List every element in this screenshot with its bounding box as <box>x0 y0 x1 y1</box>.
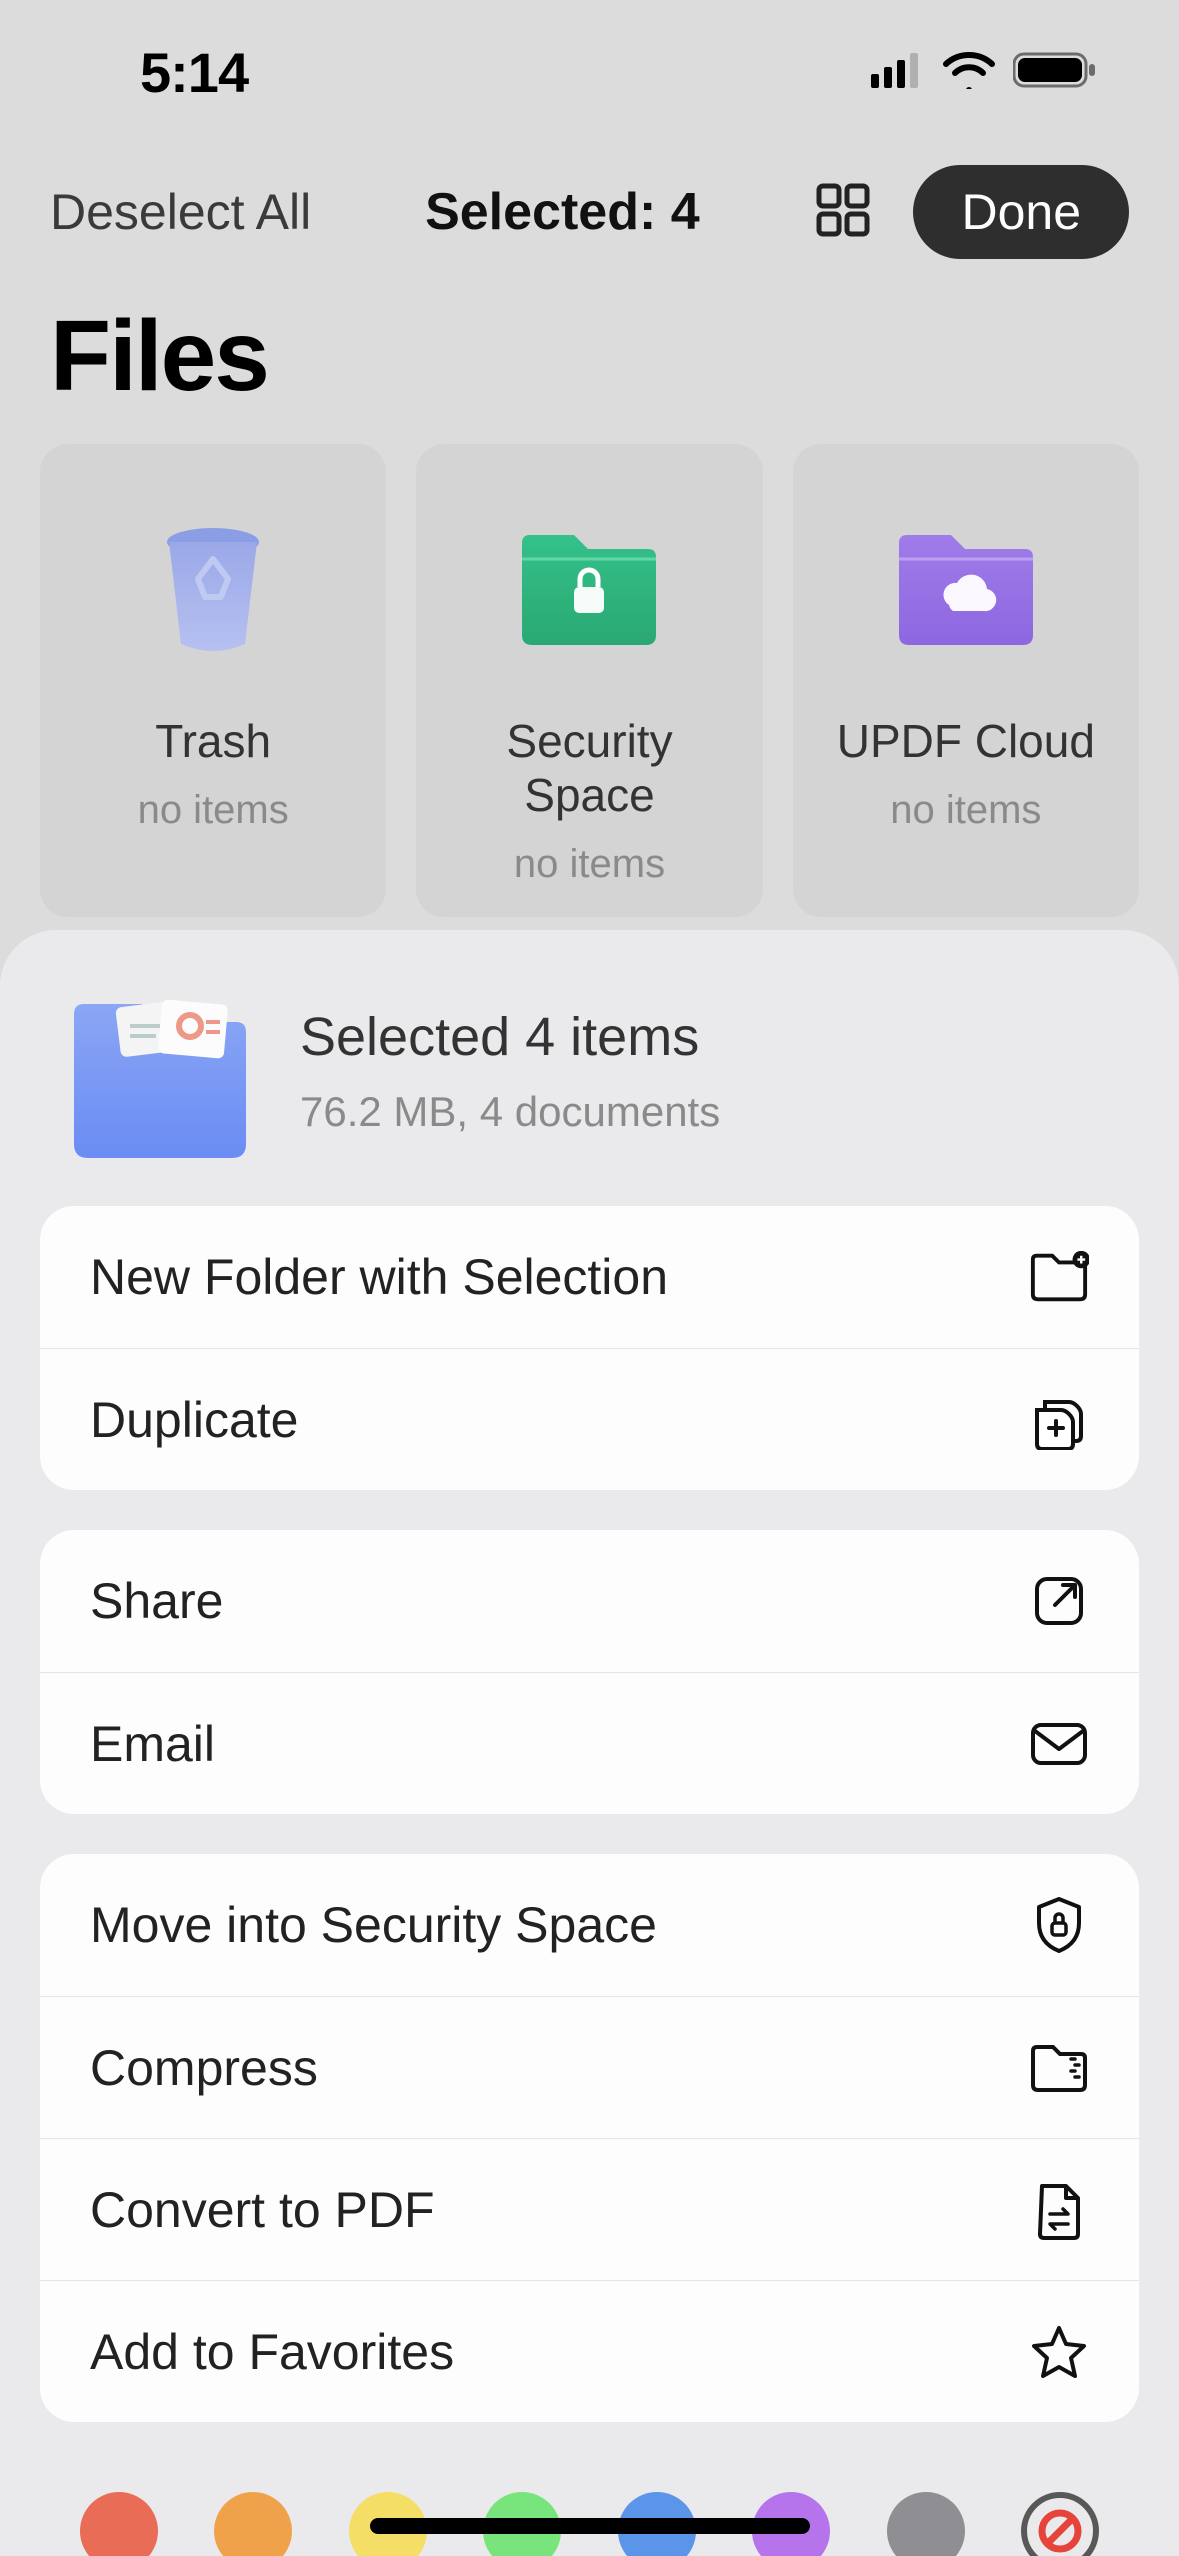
grid-view-icon[interactable] <box>813 180 873 245</box>
selection-toolbar: Deselect All Selected: 4 Done <box>0 135 1179 289</box>
menu-item-label: Convert to PDF <box>90 2181 435 2239</box>
menu-group: Share Email <box>40 1530 1139 1814</box>
menu-item-move-security[interactable]: Move into Security Space <box>40 1854 1139 1996</box>
status-indicators <box>871 50 1119 95</box>
convert-icon <box>1029 2180 1089 2240</box>
battery-icon <box>1013 50 1099 95</box>
folder-sub: no items <box>60 788 366 833</box>
duplicate-icon <box>1029 1390 1089 1450</box>
cellular-icon <box>871 52 925 93</box>
menu-item-label: Share <box>90 1572 223 1630</box>
remove-tag-button[interactable] <box>1021 2492 1099 2556</box>
menu-item-compress[interactable]: Compress <box>40 1996 1139 2138</box>
shield-lock-icon <box>1029 1895 1089 1955</box>
trash-icon <box>60 504 366 674</box>
menu-item-label: New Folder with Selection <box>90 1248 668 1306</box>
menu-item-label: Duplicate <box>90 1391 298 1449</box>
share-icon <box>1029 1571 1089 1631</box>
sheet-header: Selected 4 items 76.2 MB, 4 documents <box>40 986 1139 1206</box>
color-tag-gray[interactable] <box>887 2492 965 2556</box>
cloud-folder-icon <box>813 504 1119 674</box>
lock-folder-icon <box>436 504 742 674</box>
menu-item-share[interactable]: Share <box>40 1530 1139 1672</box>
selection-count: Selected: 4 <box>425 182 700 242</box>
folder-sub: no items <box>436 842 742 887</box>
color-tag-row <box>40 2462 1139 2556</box>
folder-name: UPDF Cloud <box>813 714 1119 768</box>
home-indicator[interactable] <box>370 2518 810 2534</box>
folder-name: Security Space <box>436 714 742 822</box>
folder-card-updf-cloud[interactable]: UPDF Cloud no items <box>793 444 1139 917</box>
menu-item-duplicate[interactable]: Duplicate <box>40 1348 1139 1490</box>
menu-item-convert-pdf[interactable]: Convert to PDF <box>40 2138 1139 2280</box>
status-bar: 5:14 <box>0 0 1179 135</box>
compress-icon <box>1029 2038 1089 2098</box>
wifi-icon <box>943 51 995 94</box>
new-folder-icon <box>1029 1247 1089 1307</box>
folder-card-security-space[interactable]: Security Space no items <box>416 444 762 917</box>
done-button[interactable]: Done <box>913 165 1129 259</box>
menu-group: New Folder with Selection Duplicate <box>40 1206 1139 1490</box>
action-sheet: Selected 4 items 76.2 MB, 4 documents Ne… <box>0 930 1179 2556</box>
menu-item-label: Compress <box>90 2039 318 2097</box>
deselect-all-button[interactable]: Deselect All <box>50 183 311 241</box>
menu-group: Move into Security Space Compress Conver… <box>40 1854 1139 2422</box>
status-time: 5:14 <box>60 40 248 105</box>
folder-name: Trash <box>60 714 366 768</box>
mail-icon <box>1029 1714 1089 1774</box>
selection-folder-icon <box>60 986 260 1156</box>
sheet-title: Selected 4 items <box>300 1006 720 1068</box>
folder-grid: Trash no items Security Space no items <box>0 444 1179 917</box>
page-title: Files <box>0 289 1179 444</box>
menu-item-email[interactable]: Email <box>40 1672 1139 1814</box>
menu-item-label: Move into Security Space <box>90 1896 657 1954</box>
menu-item-new-folder[interactable]: New Folder with Selection <box>40 1206 1139 1348</box>
star-icon <box>1029 2322 1089 2382</box>
color-tag-orange[interactable] <box>214 2492 292 2556</box>
menu-item-label: Email <box>90 1715 215 1773</box>
menu-item-label: Add to Favorites <box>90 2323 454 2381</box>
folder-sub: no items <box>813 788 1119 833</box>
folder-card-trash[interactable]: Trash no items <box>40 444 386 917</box>
menu-item-add-favorites[interactable]: Add to Favorites <box>40 2280 1139 2422</box>
color-tag-red[interactable] <box>80 2492 158 2556</box>
sheet-subtitle: 76.2 MB, 4 documents <box>300 1088 720 1136</box>
